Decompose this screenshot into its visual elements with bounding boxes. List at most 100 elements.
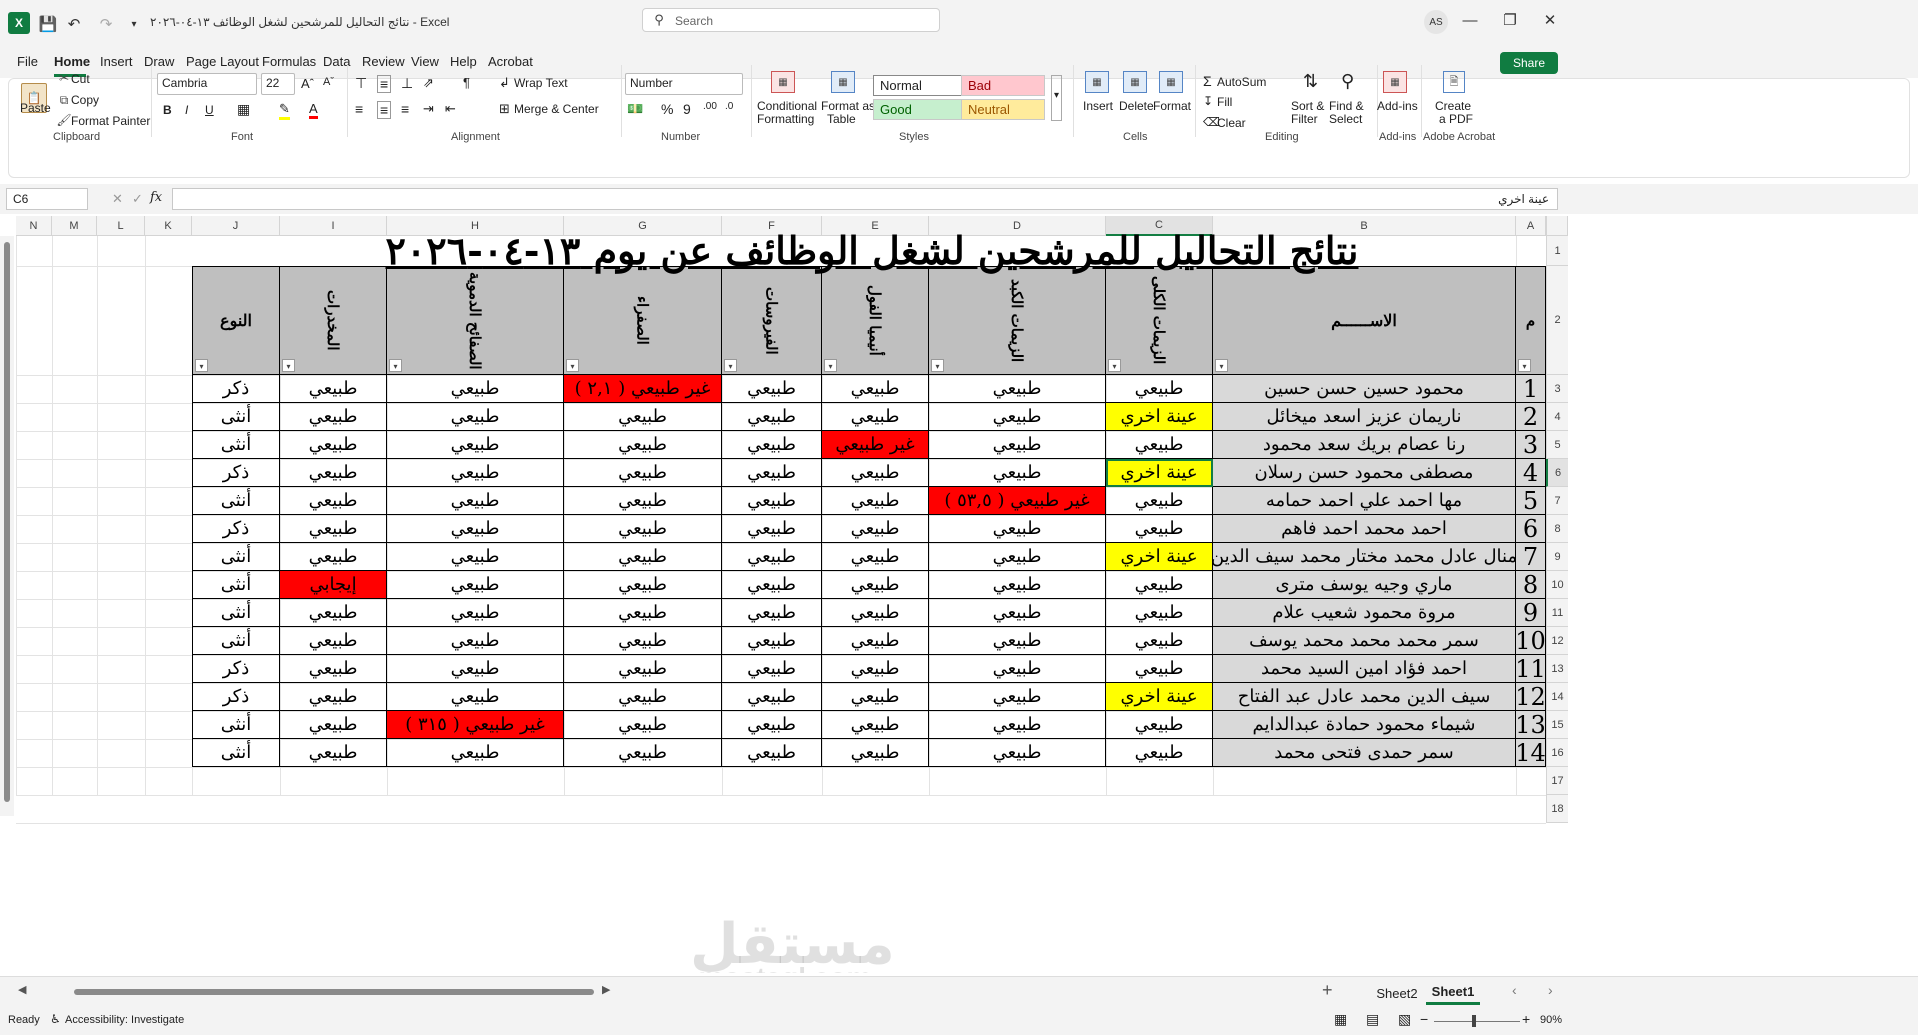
row-header-8[interactable]: 8 (1546, 515, 1568, 543)
sort-filter-button-line2[interactable]: Filter (1291, 112, 1318, 126)
cell-i[interactable]: طبيعي (280, 683, 387, 711)
cell-f[interactable]: طبيعي (722, 487, 822, 515)
cell-c[interactable]: طبيعي (1106, 739, 1213, 767)
increase-decimal-icon[interactable]: .00 (703, 101, 717, 112)
cell-j[interactable]: ذكر (192, 683, 280, 711)
cell-i[interactable]: طبيعي (280, 739, 387, 767)
cut-button[interactable]: Cut (71, 72, 90, 86)
style-bad[interactable]: Bad (961, 75, 1045, 96)
sort-filter-button-line1[interactable]: Sort & (1291, 99, 1324, 113)
cell-name[interactable]: رنا عصام بريك سعد محمود (1213, 431, 1516, 459)
cell-num[interactable]: 10 (1516, 627, 1546, 655)
cell-f[interactable]: طبيعي (722, 515, 822, 543)
cell-g[interactable]: طبيعي (564, 739, 722, 767)
merge-center-button[interactable]: Merge & Center (514, 102, 599, 116)
column-header-k[interactable]: K (145, 216, 192, 236)
cell-i[interactable]: طبيعي (280, 711, 387, 739)
horizontal-scroll-thumb[interactable] (74, 989, 594, 995)
column-header-i[interactable]: I (280, 216, 387, 236)
cell-g[interactable]: طبيعي (564, 459, 722, 487)
find-select-button-line2[interactable]: Select (1329, 112, 1362, 126)
filter-dropdown-icon[interactable]: ▾ (1518, 359, 1531, 372)
cell-d[interactable]: طبيعي (929, 431, 1106, 459)
cell-c[interactable]: طبيعي (1106, 599, 1213, 627)
cell-j[interactable]: ذكر (192, 515, 280, 543)
cell-g[interactable]: طبيعي (564, 683, 722, 711)
cell-c[interactable]: طبيعي (1106, 655, 1213, 683)
cell-e[interactable]: طبيعي (822, 375, 929, 403)
zoom-in-icon[interactable]: + (1522, 1011, 1530, 1027)
cell-num[interactable]: 9 (1516, 599, 1546, 627)
confirm-entry-icon[interactable]: ✓ (132, 191, 143, 207)
cell-num[interactable]: 11 (1516, 655, 1546, 683)
cell-e[interactable]: طبيعي (822, 459, 929, 487)
share-button[interactable]: Share (1500, 52, 1558, 74)
cell-num[interactable]: 13 (1516, 711, 1546, 739)
row-header-18[interactable]: 18 (1546, 795, 1568, 823)
cell-e[interactable]: طبيعي (822, 403, 929, 431)
clear-button[interactable]: Clear (1217, 116, 1246, 130)
cell-i[interactable]: طبيعي (280, 655, 387, 683)
create-pdf-button-line2[interactable]: a PDF (1439, 112, 1473, 126)
cell-f[interactable]: طبيعي (722, 599, 822, 627)
cell-c[interactable]: عينة اخري (1106, 683, 1213, 711)
font-size-select[interactable]: 22 (261, 73, 295, 95)
cell-g[interactable]: طبيعي (564, 487, 722, 515)
cell-h[interactable]: طبيعي (387, 571, 564, 599)
cell-c[interactable]: طبيعي (1106, 375, 1213, 403)
cell-name[interactable]: ناريمان عزيز اسعد ميخائل (1213, 403, 1516, 431)
cell-j[interactable]: ذكر (192, 655, 280, 683)
cell-name[interactable]: شيماء محمود حمادة عبدالدايم (1213, 711, 1516, 739)
cell-i[interactable]: طبيعي (280, 431, 387, 459)
cell-e[interactable]: طبيعي (822, 739, 929, 767)
font-color-icon[interactable]: A (309, 101, 318, 119)
cell-g[interactable]: طبيعي (564, 655, 722, 683)
align-center-icon[interactable]: ≡ (377, 101, 392, 119)
menu-acrobat[interactable]: Acrobat (488, 54, 533, 69)
format-cells-button[interactable]: Format (1153, 99, 1191, 113)
row-header-1[interactable]: 1 (1546, 236, 1568, 266)
cell-e[interactable]: طبيعي (822, 515, 929, 543)
save-icon[interactable]: 💾 (36, 12, 60, 36)
worksheet-grid[interactable]: N M L K J I H G F E D C B A 1 2 3 4 5 6 7 8 9 10 11 12 13 14 15 16 17 1… (0, 216, 1918, 973)
cell-j[interactable]: أنثى (192, 543, 280, 571)
menu-draw[interactable]: Draw (144, 54, 174, 69)
redo-icon[interactable]: ↷ (94, 12, 118, 36)
cell-j[interactable]: أنثى (192, 403, 280, 431)
cell-c[interactable]: طبيعي (1106, 487, 1213, 515)
paste-button[interactable]: Paste (20, 101, 51, 115)
filter-dropdown-icon[interactable]: ▾ (195, 359, 208, 372)
conditional-formatting-button-line2[interactable]: Formatting (757, 112, 814, 126)
row-header-2[interactable]: 2 (1546, 266, 1568, 375)
cell-c[interactable]: طبيعي (1106, 627, 1213, 655)
menu-formulas[interactable]: Formulas (262, 54, 316, 69)
indent-icon[interactable]: ⇥ (423, 101, 434, 117)
cell-f[interactable]: طبيعي (722, 627, 822, 655)
menu-home[interactable]: Home (54, 54, 90, 69)
cell-name[interactable]: منال عادل محمد مختار محمد سيف الدين (1213, 543, 1516, 571)
copy-button[interactable]: Copy (71, 93, 99, 107)
cell-g[interactable]: طبيعي (564, 711, 722, 739)
search-box[interactable]: ⚲ Search (642, 8, 940, 32)
row-header-4[interactable]: 4 (1546, 403, 1568, 431)
cell-h[interactable]: طبيعي (387, 739, 564, 767)
formula-input[interactable]: عينة اخري (172, 188, 1558, 210)
cell-f[interactable]: طبيعي (722, 431, 822, 459)
bold-icon[interactable]: B (163, 103, 172, 117)
tab-next-icon[interactable]: › (1548, 982, 1553, 998)
cell-h[interactable]: طبيعي (387, 543, 564, 571)
insert-function-icon[interactable]: fx (150, 190, 162, 205)
cell-f[interactable]: طبيعي (722, 459, 822, 487)
cell-name[interactable]: سمر محمد محمد محمد يوسف (1213, 627, 1516, 655)
cell-h[interactable]: طبيعي (387, 683, 564, 711)
cell-h[interactable]: طبيعي (387, 431, 564, 459)
borders-icon[interactable]: ▦ (237, 101, 250, 118)
row-header-13[interactable]: 13 (1546, 655, 1568, 683)
avatar[interactable]: AS (1424, 10, 1448, 34)
underline-icon[interactable]: U (205, 103, 214, 117)
cell-name[interactable]: مصطفى محمود حسن رسلان (1213, 459, 1516, 487)
row-header-17[interactable]: 17 (1546, 767, 1568, 795)
cell-e[interactable]: طبيعي (822, 543, 929, 571)
cell-j[interactable]: أنثى (192, 739, 280, 767)
cell-d[interactable]: طبيعي (929, 599, 1106, 627)
